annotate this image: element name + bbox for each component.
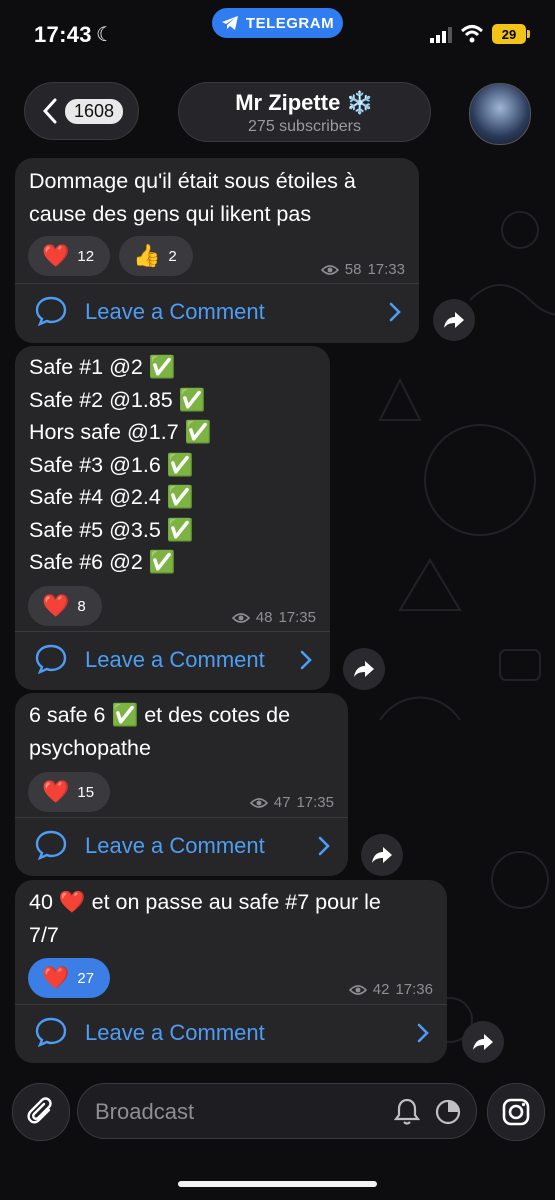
unread-count-badge: 1608 [65,98,124,124]
status-time: 17:43 [34,22,92,47]
message-meta: 47 17:35 [249,794,334,811]
heart-emoji: ❤️ [42,243,70,268]
attach-button[interactable] [12,1083,70,1141]
chevron-right-icon [389,302,401,322]
comment-bubble-icon [35,296,67,326]
view-count: 47 [273,794,291,811]
message-meta: 48 17:35 [231,609,316,626]
telegram-icon [221,16,238,30]
chevron-right-icon [417,1023,429,1043]
message-time: 17:35 [278,609,316,626]
reaction-count: 2 [168,247,177,265]
eye-icon [348,984,367,995]
broadcast-input[interactable]: Broadcast [77,1083,477,1139]
channel-avatar[interactable] [469,83,531,145]
input-placeholder: Broadcast [95,1099,195,1124]
share-arrow-icon [444,312,464,328]
share-button[interactable] [433,299,475,341]
subscriber-count: 275 subscribers [248,118,361,135]
view-count: 42 [372,981,390,998]
message-text: Safe #1 @2 ✅ Safe #2 @1.85 ✅ Hors safe @… [29,355,212,574]
leave-comment-button[interactable]: Leave a Comment [15,632,330,688]
message-bubble: Safe #1 @2 ✅ Safe #2 @1.85 ✅ Hors safe @… [15,346,330,690]
reaction-count: 15 [77,783,95,801]
reaction-heart[interactable]: ❤️ 12 [28,236,111,276]
channel-name: Mr Zipette ❄️ [235,90,374,115]
leave-comment-button[interactable]: Leave a Comment [15,1005,447,1061]
telegram-banner-label: TELEGRAM [245,14,335,32]
message-bubble: Dommage qu'il était sous étoiles à cause… [15,158,419,343]
comment-bubble-icon [35,644,67,674]
message-time: 17:35 [296,794,334,811]
message-time: 17:36 [395,981,433,998]
battery-tip [527,30,530,38]
eye-icon [249,797,268,808]
share-button[interactable] [361,834,403,876]
home-indicator [178,1181,377,1187]
reaction-thumbs-up[interactable]: 👍 2 [119,236,193,276]
paperclip-icon [27,1097,52,1124]
back-button[interactable]: 1608 [24,82,139,140]
message-text: 40 ❤️ et on passe au safe #7 pour le 7/7 [29,890,381,947]
view-count: 48 [255,609,273,626]
comment-bubble-icon [35,830,67,860]
heart-emoji: ❤️ [42,593,70,618]
reaction-count: 12 [77,247,95,265]
share-button[interactable] [462,1021,504,1063]
thumbs-up-emoji: 👍 [133,243,161,268]
eye-icon [231,612,250,623]
reaction-count: 8 [77,597,86,615]
back-chevron-icon [43,98,57,124]
reaction-heart[interactable]: ❤️ 15 [28,772,111,812]
leave-comment-button[interactable]: Leave a Comment [15,818,348,874]
instagram-button[interactable] [487,1083,545,1141]
bell-icon[interactable] [394,1098,420,1126]
instagram-icon [502,1098,530,1126]
message-meta: 42 17:36 [348,981,433,998]
wifi-icon [460,25,484,43]
reaction-heart-selected[interactable]: ❤️ 27 [28,958,111,998]
share-arrow-icon [473,1034,493,1050]
leave-comment-label: Leave a Comment [85,647,265,672]
telegram-banner[interactable]: TELEGRAM [212,8,343,38]
chevron-right-icon [300,650,312,670]
heart-emoji: ❤️ [42,965,70,990]
leave-comment-button[interactable]: Leave a Comment [15,284,419,340]
share-arrow-icon [354,661,374,677]
message-meta: 58 17:33 [320,261,405,278]
share-arrow-icon [372,847,392,863]
status-bar: 17:43 ☾ TELEGRAM 29 [0,0,555,70]
eye-icon [320,264,339,275]
leave-comment-label: Leave a Comment [85,1020,265,1045]
timer-icon[interactable] [434,1098,462,1126]
heart-emoji: ❤️ [42,779,70,804]
channel-header[interactable]: Mr Zipette ❄️ 275 subscribers [178,82,431,142]
view-count: 58 [344,261,362,278]
comment-bubble-icon [35,1017,67,1047]
message-time: 17:33 [367,261,405,278]
message-text: 6 safe 6 ✅ et des cotes de psychopathe [29,703,291,760]
message-bubble: 40 ❤️ et on passe au safe #7 pour le 7/7… [15,880,447,1063]
leave-comment-label: Leave a Comment [85,833,265,858]
battery-indicator: 29 [492,24,526,44]
reaction-heart[interactable]: ❤️ 8 [28,586,102,626]
share-button[interactable] [343,648,385,690]
signal-icon [430,27,452,43]
leave-comment-label: Leave a Comment [85,299,265,324]
message-text: Dommage qu'il était sous étoiles à cause… [29,169,356,226]
reaction-count: 27 [77,969,95,987]
moon-icon: ☾ [96,24,114,46]
message-bubble: 6 safe 6 ✅ et des cotes de psychopathe ❤… [15,693,348,876]
chevron-right-icon [318,836,330,856]
